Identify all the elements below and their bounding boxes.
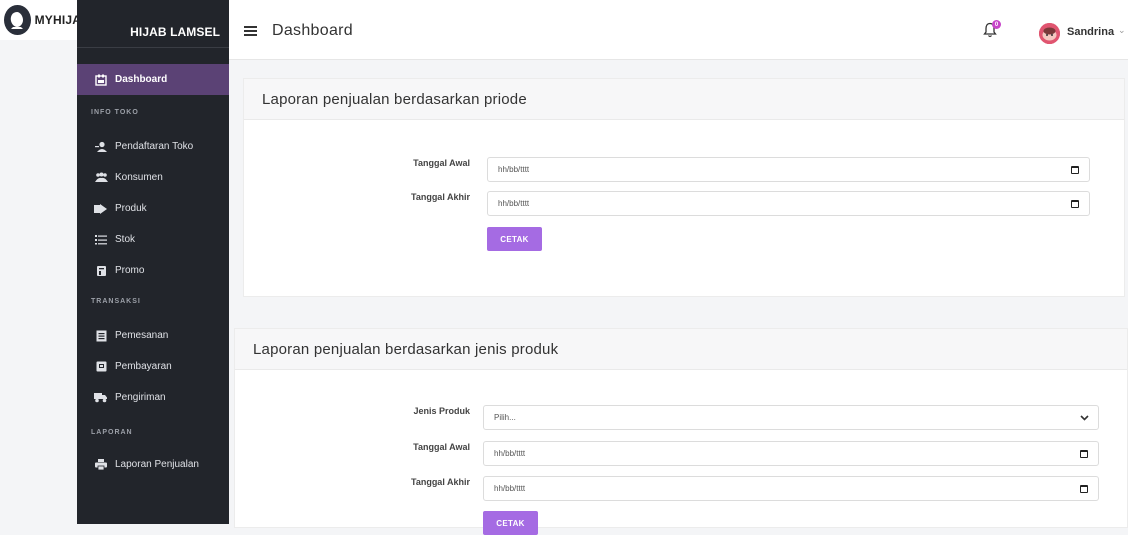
calendar-icon[interactable] [1071, 166, 1079, 174]
sidebar-item-label: Produk [115, 203, 147, 214]
start-date-value: hh/bb/tttt [494, 449, 526, 458]
sidebar-item-pembayaran[interactable]: Pembayaran [77, 351, 229, 382]
section-info-toko: INFO TOKO [91, 109, 139, 116]
section-laporan: LAPORAN [91, 429, 133, 436]
chevron-down-icon[interactable] [1080, 413, 1089, 423]
sidebar-item-produk[interactable]: Produk [77, 193, 229, 224]
sidebar-item-pemesanan[interactable]: Pemesanan [77, 320, 229, 351]
user-name[interactable]: Sandrina [1067, 26, 1114, 38]
report-period-card: Laporan penjualan berdasarkan priode Tan… [243, 78, 1125, 297]
product-type-value: Pilih... [494, 413, 516, 422]
end-date-label: Tanggal Akhir [410, 192, 470, 202]
wallet-icon [94, 360, 108, 374]
start-date-label: Tanggal Awal [413, 442, 470, 452]
card-title: Laporan penjualan berdasarkan priode [262, 91, 527, 108]
card-header: Laporan penjualan berdasarkan priode [244, 79, 1124, 120]
menu-toggle-icon[interactable] [244, 26, 257, 36]
product-type-select[interactable]: Pilih... [483, 405, 1099, 430]
sidebar-item-label: Stok [115, 234, 136, 245]
dashboard-icon [94, 73, 108, 87]
sidebar-item-label: Promo [115, 265, 145, 276]
topbar: Dashboard 0 Sandrina ⌄ [229, 0, 1128, 60]
avatar[interactable] [1039, 23, 1060, 44]
start-date-input[interactable]: hh/bb/tttt [487, 157, 1090, 182]
sidebar: HIJAB LAMSEL Dashboard INFO TOKO Pendaft… [77, 0, 229, 524]
truck-icon [94, 391, 108, 405]
sidebar-item-laporan-penjualan[interactable]: Laporan Penjualan [77, 449, 229, 480]
tag-icon [94, 264, 108, 278]
chevron-down-icon[interactable]: ⌄ [1118, 25, 1126, 36]
print-button[interactable]: CETAK [483, 511, 538, 535]
brand-text: HIJAB LAMSEL [130, 25, 220, 39]
end-date-input[interactable]: hh/bb/tttt [483, 476, 1099, 501]
sidebar-item-label: Pembayaran [115, 361, 172, 372]
sidebar-item-konsumen[interactable]: Konsumen [77, 162, 229, 193]
start-date-value: hh/bb/tttt [498, 165, 530, 174]
calendar-icon[interactable] [1080, 450, 1088, 458]
sidebar-item-label: Dashboard [115, 74, 168, 85]
sidebar-brand: HIJAB LAMSEL [77, 0, 229, 48]
user-plus-icon [94, 140, 108, 154]
start-date-label: Tanggal Awal [413, 158, 470, 168]
calendar-icon[interactable] [1071, 200, 1079, 208]
list-icon [94, 233, 108, 247]
sidebar-item-dashboard[interactable]: Dashboard [77, 64, 229, 95]
sidebar-item-pendaftaran-toko[interactable]: Pendaftaran Toko [77, 131, 229, 162]
document-icon [94, 329, 108, 343]
sidebar-item-stok[interactable]: Stok [77, 224, 229, 255]
sidebar-item-pengiriman[interactable]: Pengiriman [77, 382, 229, 413]
product-type-label: Jenis Produk [413, 406, 470, 416]
end-date-value: hh/bb/tttt [494, 484, 526, 493]
card-header: Laporan penjualan berdasarkan jenis prod… [235, 329, 1127, 370]
sidebar-item-label: Pemesanan [115, 330, 169, 341]
report-product-card: Laporan penjualan berdasarkan jenis prod… [234, 328, 1128, 535]
notification-badge: 0 [992, 20, 1001, 29]
users-icon [94, 171, 108, 185]
end-date-input[interactable]: hh/bb/tttt [487, 191, 1090, 216]
end-date-label: Tanggal Akhir [410, 477, 470, 487]
start-date-input[interactable]: hh/bb/tttt [483, 441, 1099, 466]
card-title: Laporan penjualan berdasarkan jenis prod… [253, 341, 559, 358]
end-date-value: hh/bb/tttt [498, 199, 530, 208]
sidebar-item-promo[interactable]: Promo [77, 255, 229, 286]
calendar-icon[interactable] [1080, 485, 1088, 493]
print-button[interactable]: CETAK [487, 227, 542, 251]
hijab-logo-icon [4, 5, 31, 35]
sidebar-item-label: Laporan Penjualan [115, 459, 199, 470]
box-arrow-icon [94, 202, 108, 216]
sidebar-item-label: Konsumen [115, 172, 163, 183]
page-title: Dashboard [272, 22, 353, 39]
sidebar-item-label: Pendaftaran Toko [115, 141, 194, 152]
sidebar-item-label: Pengiriman [115, 392, 166, 403]
printer-icon [94, 458, 108, 472]
section-transaksi: TRANSAKSI [91, 298, 141, 305]
